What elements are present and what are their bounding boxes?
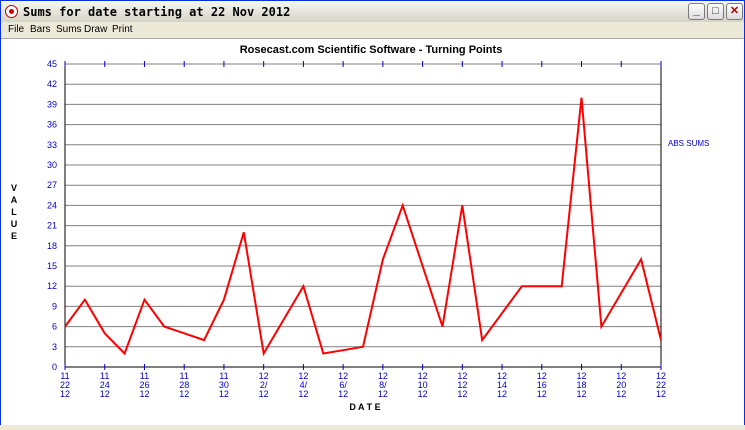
x-tick-label: 12 — [219, 389, 229, 399]
menu-bars[interactable]: Bars — [30, 24, 51, 35]
x-tick-label: 12 — [259, 389, 269, 399]
x-axis-title: D A T E — [349, 402, 380, 412]
x-tick-label: 12 — [656, 389, 666, 399]
y-axis-title-letter: A — [11, 195, 18, 205]
x-tick-label: 12 — [60, 389, 70, 399]
y-tick-label: 39 — [47, 99, 57, 109]
y-tick-label: 36 — [47, 120, 57, 130]
x-tick-label: 12 — [497, 389, 507, 399]
y-tick-label: 42 — [47, 79, 57, 89]
app-window: Sums for date starting at 22 Nov 2012 _ … — [0, 0, 745, 425]
x-tick-label: 12 — [457, 389, 467, 399]
menu-file[interactable]: File — [8, 24, 24, 35]
x-tick-label: 12 — [338, 389, 348, 399]
y-tick-label: 21 — [47, 221, 57, 231]
y-tick-label: 45 — [47, 59, 57, 69]
menu-print[interactable]: Print — [112, 24, 133, 35]
y-axis-title-letter: L — [11, 207, 17, 217]
minimize-button[interactable]: _ — [688, 3, 705, 20]
y-axis-title-letter: U — [11, 219, 18, 229]
y-tick-label: 33 — [47, 140, 57, 150]
menu-sums[interactable]: Sums — [56, 24, 82, 35]
maximize-button[interactable]: □ — [707, 3, 724, 20]
x-tick-label: 12 — [298, 389, 308, 399]
y-axis-title-letter: E — [11, 231, 17, 241]
y-tick-label: 15 — [47, 261, 57, 271]
y-tick-label: 3 — [52, 342, 57, 352]
chart-title: Rosecast.com Scientific Software - Turni… — [240, 44, 503, 56]
legend-label: ABS SUMS — [668, 139, 709, 148]
x-tick-label: 12 — [577, 389, 587, 399]
menu-draw[interactable]: Draw — [84, 24, 107, 35]
app-icon[interactable] — [5, 5, 18, 18]
x-tick-label: 12 — [616, 389, 626, 399]
y-tick-label: 30 — [47, 160, 57, 170]
y-tick-label: 6 — [52, 322, 57, 332]
x-tick-label: 12 — [139, 389, 149, 399]
x-tick-label: 12 — [418, 389, 428, 399]
y-axis-title: VALUE — [11, 183, 18, 241]
menu-bar: File Bars Sums Draw Print — [1, 22, 744, 37]
window-title: Sums for date starting at 22 Nov 2012 — [23, 5, 291, 19]
line-chart: Rosecast.com Scientific Software - Turni… — [11, 44, 710, 412]
y-tick-label: 24 — [47, 200, 57, 210]
y-tick-label: 9 — [52, 301, 57, 311]
y-axis-title-letter: V — [11, 183, 17, 193]
chart-area: Rosecast.com Scientific Software - Turni… — [1, 38, 744, 425]
title-bar[interactable]: Sums for date starting at 22 Nov 2012 _ … — [1, 1, 744, 22]
x-tick-label: 12 — [378, 389, 388, 399]
y-tick-label: 0 — [52, 362, 57, 372]
y-tick-label: 18 — [47, 241, 57, 251]
x-tick-label: 12 — [179, 389, 189, 399]
y-tick-label: 12 — [47, 281, 57, 291]
x-tick-label: 12 — [537, 389, 547, 399]
x-tick-label: 12 — [100, 389, 110, 399]
close-button[interactable]: ✕ — [726, 3, 743, 20]
y-tick-label: 27 — [47, 180, 57, 190]
